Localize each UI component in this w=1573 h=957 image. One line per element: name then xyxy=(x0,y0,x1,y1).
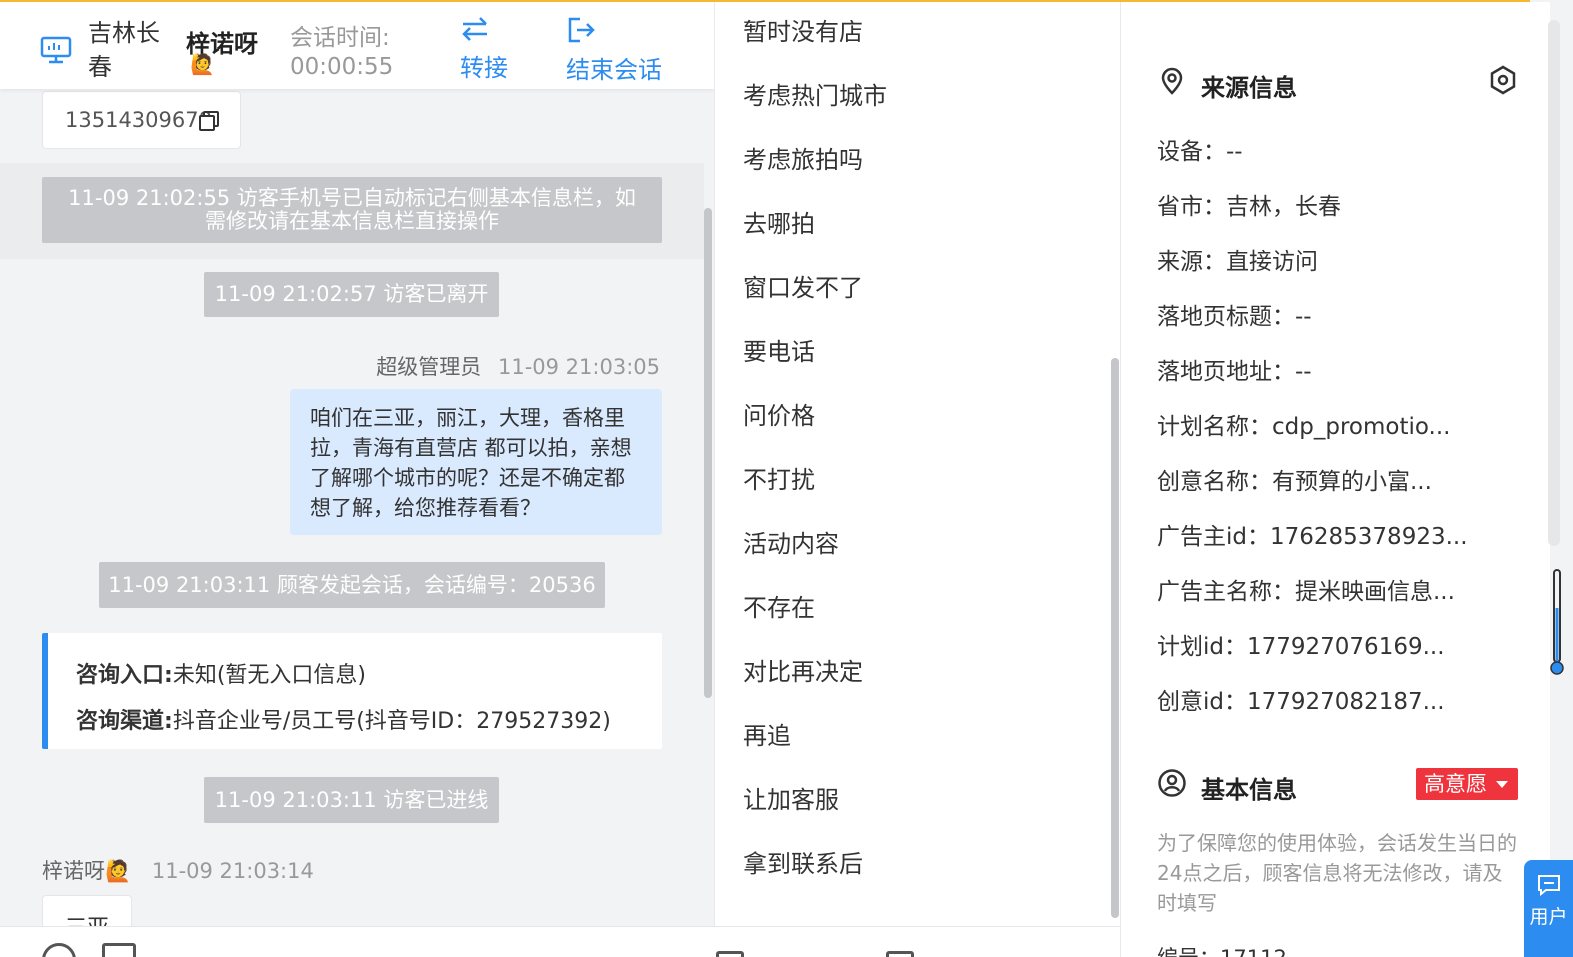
agent-name: 超级管理员 xyxy=(376,355,482,379)
transfer-icon xyxy=(462,17,487,41)
end-session-button[interactable]: 结束会话 xyxy=(566,16,662,85)
agent-message-time: 11-09 21:03:05 xyxy=(497,355,660,379)
quick-reply-item[interactable]: 活动内容 xyxy=(743,524,839,559)
monitor-icon xyxy=(40,36,72,64)
chat-scrollbar[interactable] xyxy=(704,208,712,698)
quick-reply-item[interactable]: 窗口发不了 xyxy=(743,268,863,303)
customer-id-field: 编号：17112 xyxy=(1157,942,1287,957)
visitor-emoji: 🙋 xyxy=(190,52,215,76)
user-service-label: 用户 xyxy=(1529,906,1568,928)
visitor-message-emoji: 🙋 xyxy=(105,859,132,883)
phone-message: 13514309678 xyxy=(42,91,241,149)
quick-reply-item[interactable]: 拿到联系后 xyxy=(743,844,863,879)
app-root: 吉林长春 梓诺呀 🙋 会话时间: 00:00:55 转接 结束会话 135143… xyxy=(0,0,1573,957)
quick-reply-item[interactable]: 不打扰 xyxy=(743,460,815,495)
consult-channel-row: 咨询渠道:抖音企业号/员工号(抖音号ID：279527392) xyxy=(76,699,662,745)
source-field: 落地页地址：-- xyxy=(1157,359,1312,385)
source-field: 计划名称：cdp_promotio... xyxy=(1157,414,1451,440)
transfer-label: 转接 xyxy=(460,54,508,82)
phone-number: 13514309678 xyxy=(65,108,212,132)
quick-reply-item[interactable]: 问价格 xyxy=(743,396,815,431)
system-message: 11-09 21:02:55 访客手机号已自动标记右侧基本信息栏，如需修改请在基… xyxy=(42,177,662,243)
edit-notice: 为了保障您的使用体验，会话发生当日的24点之后，顾客信息将无法修改，请及时填写 xyxy=(1157,831,1517,915)
consult-entry-label: 咨询入口: xyxy=(76,663,173,688)
input-toolbar xyxy=(0,926,1120,957)
quick-reply-item[interactable]: 不存在 xyxy=(743,588,815,623)
source-field: 广告主名称：提米映画信息... xyxy=(1157,579,1455,605)
quick-reply-panel: 暂时没有店 考虑热门城市 考虑旅拍吗 去哪拍 窗口发不了 要电话 问价格 不打扰… xyxy=(714,2,1120,926)
source-field: 创意id：177927082187... xyxy=(1157,689,1445,715)
visitor-message-name-text: 梓诺呀 xyxy=(42,859,105,883)
chat-header: 吉林长春 梓诺呀 🙋 会话时间: 00:00:55 转接 结束会话 xyxy=(0,2,714,89)
message-list: 13514309678 11-09 21:02:55 访客手机号已自动标记右侧基… xyxy=(0,89,714,945)
end-session-label: 结束会话 xyxy=(566,56,662,84)
screenshot-icon[interactable] xyxy=(716,951,744,957)
emoji-icon[interactable] xyxy=(42,943,76,957)
chat-panel: 吉林长春 梓诺呀 🙋 会话时间: 00:00:55 转接 结束会话 135143… xyxy=(0,2,714,957)
source-info-title: 来源信息 xyxy=(1201,74,1297,102)
quick-reply-item[interactable]: 考虑旅拍吗 xyxy=(743,140,863,175)
quick-reply-item[interactable]: 要电话 xyxy=(743,332,815,367)
logout-icon xyxy=(568,17,595,43)
source-field: 省市：吉林，长春 xyxy=(1157,194,1341,220)
source-field: 来源：直接访问 xyxy=(1157,249,1318,275)
consult-channel-value: 抖音企业号/员工号(抖音号ID：279527392) xyxy=(172,709,611,734)
quick-reply-scrollbar[interactable] xyxy=(1111,358,1119,918)
visitor-message-name: 梓诺呀🙋 xyxy=(42,859,131,883)
source-field: 创意名称：有预算的小富... xyxy=(1157,469,1432,495)
agent-message-bubble: 咱们在三亚，丽江，大理，香格里拉，青海有直营店 都可以拍，亲想了解哪个城市的呢？… xyxy=(290,389,662,535)
consult-entry-value: 未知(暂无入口信息) xyxy=(172,663,366,688)
quick-reply-item[interactable]: 考虑热门城市 xyxy=(743,76,887,111)
system-message: 11-09 21:03:11 访客已进线 xyxy=(204,777,499,823)
copy-icon[interactable] xyxy=(198,110,220,132)
user-service-button[interactable]: 用户 xyxy=(1524,860,1573,957)
quick-reply-item[interactable]: 再追 xyxy=(743,716,791,751)
agent-message-meta: 超级管理员 11-09 21:03:05 xyxy=(376,351,660,381)
session-time-label: 会话时间: xyxy=(290,25,390,51)
consult-entry-row: 咨询入口:未知(暂无入口信息) xyxy=(76,653,662,699)
system-message: 11-09 21:03:11 顾客发起会话，会话编号：20536 xyxy=(99,562,605,608)
image-icon[interactable] xyxy=(102,943,136,957)
intent-value: 高意愿 xyxy=(1424,772,1487,796)
source-field: 广告主id：176285378923... xyxy=(1157,524,1468,550)
visitor-message-time: 11-09 21:03:14 xyxy=(151,859,314,883)
session-time-value: 00:00:55 xyxy=(290,54,394,80)
quick-reply-item[interactable]: 对比再决定 xyxy=(743,652,863,687)
consult-channel-label: 咨询渠道: xyxy=(76,709,173,734)
basic-info-title: 基本信息 xyxy=(1201,776,1297,804)
transfer-button[interactable]: 转接 xyxy=(460,16,508,83)
quick-reply-item[interactable]: 让加客服 xyxy=(743,780,839,815)
message-icon xyxy=(1537,875,1560,897)
thermometer-icon xyxy=(1550,569,1564,675)
settings-icon[interactable] xyxy=(1487,64,1519,96)
customer-info-panel: 来源信息 设备：-- 省市：吉林，长春 来源：直接访问 落地页标题：-- 落地页… xyxy=(1120,2,1550,957)
intent-dropdown[interactable]: 高意愿 xyxy=(1416,768,1518,800)
consult-info-card: 咨询入口:未知(暂无入口信息) 咨询渠道:抖音企业号/员工号(抖音号ID：279… xyxy=(42,633,662,749)
quick-reply-item[interactable]: 去哪拍 xyxy=(743,204,815,239)
caret-down-icon xyxy=(1496,781,1508,788)
source-field: 计划id：177927076169... xyxy=(1157,634,1445,660)
history-icon[interactable] xyxy=(886,951,914,957)
source-field: 设备：-- xyxy=(1157,139,1243,165)
system-message: 11-09 21:02:57 访客已离开 xyxy=(204,272,499,317)
visitor-message-meta: 梓诺呀🙋 11-09 21:03:14 xyxy=(42,855,314,885)
user-circle-icon xyxy=(1158,769,1186,797)
quick-reply-item[interactable]: 暂时没有店 xyxy=(743,12,863,47)
source-field: 落地页标题：-- xyxy=(1157,304,1312,330)
visitor-city: 吉林长春 xyxy=(88,19,160,81)
info-scrollbar[interactable] xyxy=(1548,20,1560,546)
location-icon xyxy=(1161,67,1183,95)
